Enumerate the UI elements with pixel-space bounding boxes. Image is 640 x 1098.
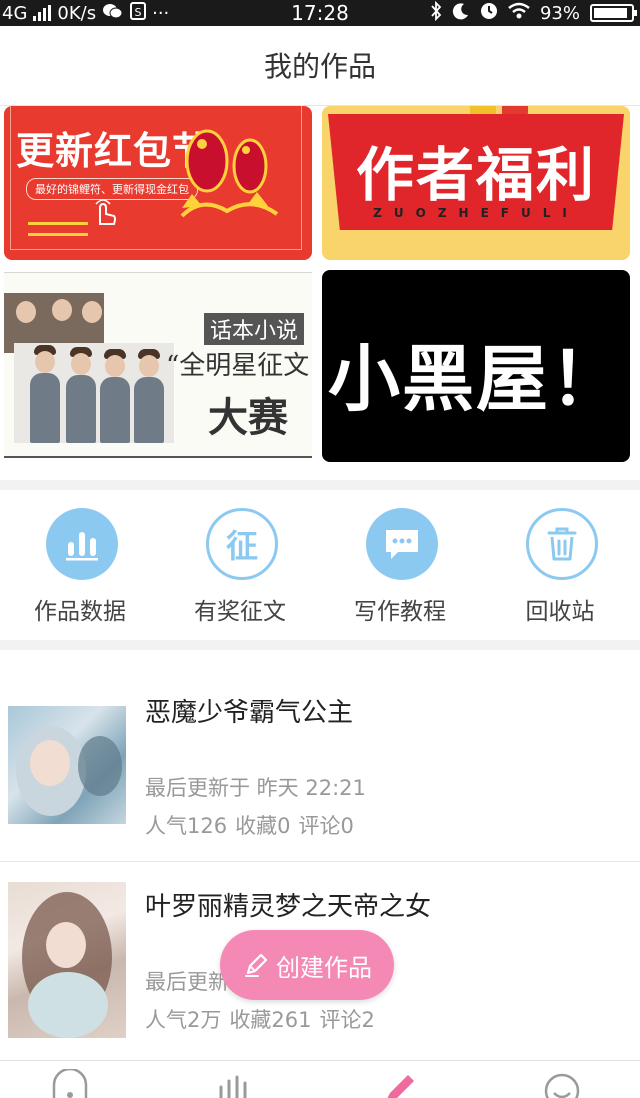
- work-title: 叶罗丽精灵梦之天帝之女: [145, 892, 432, 922]
- banner-author-welfare[interactable]: 作者福利 ZUOZHEFULI: [322, 106, 630, 260]
- tab-write[interactable]: [378, 1069, 418, 1098]
- banner-black-room[interactable]: 小黑屋！: [322, 270, 630, 462]
- action-label: 回收站: [525, 599, 595, 625]
- bottom-tab-bar: [0, 1060, 640, 1098]
- contest-tag: 话本小说: [204, 313, 305, 345]
- list-item[interactable]: 恶魔少爷霸气公主 最后更新于 昨天 22:21 人气126 收藏0 评论0: [0, 650, 640, 862]
- action-label: 有奖征文: [194, 599, 286, 625]
- banner-title: 大赛: [208, 394, 288, 441]
- action-tutorial[interactable]: 写作教程: [320, 490, 480, 640]
- battery-icon: [590, 4, 637, 22]
- tab-stats[interactable]: [215, 1069, 255, 1098]
- tap-hand-icon: [95, 199, 116, 225]
- zheng-badge-icon: 征: [206, 508, 278, 580]
- work-favorites: 收藏0: [235, 814, 291, 838]
- pencil-icon: [245, 953, 268, 977]
- bar-chart-icon: [46, 508, 118, 580]
- bluetooth-icon: [430, 0, 442, 26]
- tab-home[interactable]: [50, 1067, 90, 1098]
- trash-icon: [526, 508, 598, 580]
- banner-grid: 更新红包节 最好的锦鲤符、更新得现金红包 作者福利 ZUOZHEFULI 话本小…: [0, 106, 640, 480]
- work-cover: [8, 882, 126, 1038]
- work-popularity: 人气126: [145, 814, 228, 838]
- work-favorites: 收藏261: [229, 1008, 312, 1032]
- write-icon: [387, 1075, 414, 1098]
- work-title: 恶魔少爷霸气公主: [145, 698, 354, 728]
- banner-red-envelope[interactable]: 更新红包节 最好的锦鲤符、更新得现金红包: [4, 106, 312, 260]
- moon-icon: [452, 2, 470, 25]
- work-cover: [8, 706, 126, 824]
- action-contest[interactable]: 征 有奖征文: [160, 490, 320, 640]
- banner-star-contest[interactable]: 话本小说 “全明星征文 大赛: [4, 272, 312, 458]
- status-bar: 4G 0K/s S ··· 17:28 93%: [0, 0, 640, 26]
- work-stats: 人气126 收藏0 评论0: [145, 810, 354, 840]
- battery-percent: 93%: [539, 2, 580, 24]
- chat-bubble-icon: [366, 508, 438, 580]
- work-updated: 最后更新: [145, 970, 229, 994]
- wifi-icon: [508, 2, 530, 25]
- work-stats: 人气2万 收藏261 评论2: [145, 1004, 375, 1034]
- work-comments: 评论0: [298, 814, 354, 838]
- alarm-icon: [480, 2, 498, 25]
- page-header: 我的作品: [0, 26, 640, 106]
- create-work-button[interactable]: 创建作品: [220, 930, 394, 1000]
- action-recycle-bin[interactable]: 回收站: [480, 490, 640, 640]
- banner-subtitle: ZUOZHEFULI: [373, 206, 579, 220]
- idol-photo: [4, 293, 174, 445]
- stats-icon: [219, 1075, 247, 1098]
- action-label: 写作教程: [354, 599, 446, 625]
- wave-decoration: [28, 222, 88, 236]
- create-work-label: 创建作品: [276, 953, 372, 982]
- tab-profile[interactable]: [542, 1069, 582, 1098]
- quick-actions: 作品数据 征 有奖征文 写作教程 回收站: [0, 490, 640, 640]
- banner-title: 小黑屋！: [327, 337, 624, 421]
- profile-icon: [544, 1073, 580, 1098]
- contest-quote: “全明星征文: [166, 351, 310, 381]
- work-popularity: 人气2万: [145, 1008, 222, 1032]
- work-updated: 最后更新于 昨天 22:21: [145, 776, 366, 800]
- page-title: 我的作品: [263, 50, 376, 83]
- action-work-data[interactable]: 作品数据: [0, 490, 160, 640]
- banner-title: 作者福利: [355, 141, 596, 209]
- work-comments: 评论2: [319, 1008, 375, 1032]
- home-icon: [52, 1067, 88, 1098]
- koi-fish-icon: [180, 129, 279, 218]
- action-label: 作品数据: [34, 599, 126, 625]
